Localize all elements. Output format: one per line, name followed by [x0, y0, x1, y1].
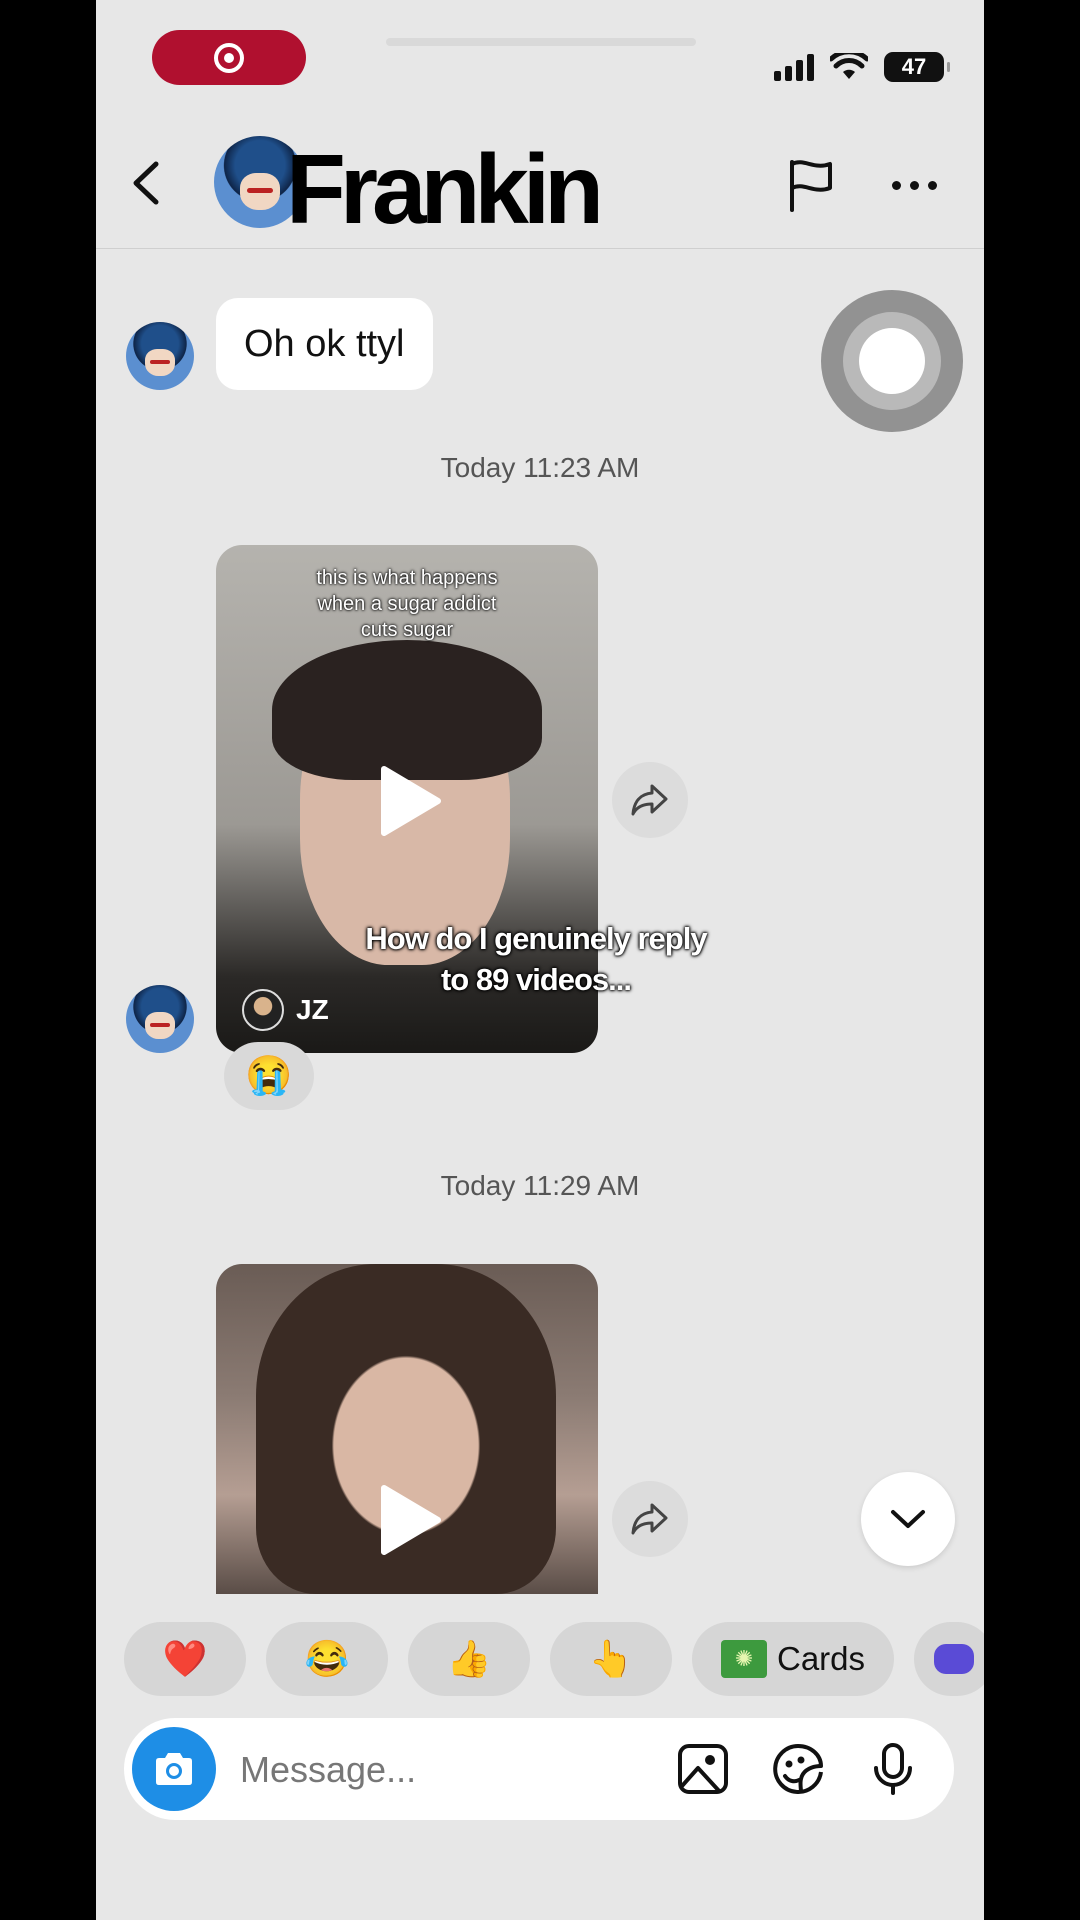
record-icon: [214, 42, 244, 73]
share-button[interactable]: [612, 1481, 688, 1557]
author-avatar: [242, 989, 284, 1031]
status-icons: 47: [774, 52, 950, 82]
quick-reaction-heart[interactable]: ❤️: [124, 1622, 246, 1696]
more-options-icon[interactable]: [892, 178, 942, 192]
battery-icon: 47: [884, 52, 950, 82]
assistive-touch-button[interactable]: [821, 290, 963, 432]
wifi-icon: [830, 53, 868, 79]
cards-label: Cards: [776, 1640, 866, 1677]
quick-reaction-laugh[interactable]: 😂: [266, 1622, 388, 1696]
chat-screen: 47 Frankin Oh ok ttyl Today 11:23 AM thi…: [96, 0, 984, 1920]
share-arrow-icon: [631, 1503, 668, 1535]
play-icon[interactable]: [376, 1484, 442, 1556]
camera-button[interactable]: [132, 1727, 216, 1811]
timestamp: Today 11:29 AM: [440, 1170, 640, 1201]
battery-level: 47: [901, 54, 927, 79]
flag-icon[interactable]: [786, 158, 836, 212]
dynamic-island-handle: [386, 38, 696, 46]
sender-avatar[interactable]: [126, 322, 194, 390]
message-bubble[interactable]: Oh ok ttyl: [216, 298, 433, 390]
share-arrow-icon: [631, 784, 668, 816]
sender-avatar[interactable]: [126, 985, 194, 1053]
video-thumbnail-hair: [272, 640, 542, 780]
message-reaction[interactable]: 😭: [224, 1042, 314, 1110]
screen-recording-indicator[interactable]: [152, 30, 306, 85]
video-author[interactable]: JZ: [242, 989, 329, 1031]
chat-header: Frankin: [96, 120, 984, 249]
chevron-down-icon: [891, 1510, 925, 1528]
camera-icon: [156, 1753, 192, 1785]
shared-video-card[interactable]: [216, 1264, 598, 1594]
gallery-icon[interactable]: [676, 1742, 730, 1796]
share-button[interactable]: [612, 762, 688, 838]
quick-reaction-point-up[interactable]: 👆: [550, 1622, 672, 1696]
contact-name[interactable]: Frankin: [286, 140, 604, 238]
cards-icon: ✺: [720, 1640, 767, 1678]
overlay-caption: How do I genuinely reply to 89 videos...: [365, 921, 707, 997]
author-name: JZ: [296, 994, 329, 1025]
sticker-icon[interactable]: [771, 1742, 825, 1796]
message-input[interactable]: [238, 1738, 642, 1802]
quick-reaction-row: ❤️ 😂 👍 👆 ✺ Cards: [124, 1622, 984, 1696]
games-button[interactable]: [914, 1622, 984, 1696]
cellular-signal-icon: [774, 53, 814, 81]
cards-button[interactable]: ✺ Cards: [692, 1622, 894, 1696]
timestamp: Today 11:23 AM: [440, 452, 640, 483]
message-composer: [124, 1718, 954, 1820]
play-icon[interactable]: [376, 765, 442, 837]
back-arrow-icon[interactable]: [126, 158, 166, 208]
game-controller-icon: [934, 1644, 974, 1674]
scroll-to-bottom-button[interactable]: [861, 1472, 955, 1566]
quick-reaction-thumbs-up[interactable]: 👍: [408, 1622, 530, 1696]
microphone-icon[interactable]: [866, 1742, 920, 1796]
video-caption: this is what happens when a sugar addict…: [316, 567, 498, 641]
